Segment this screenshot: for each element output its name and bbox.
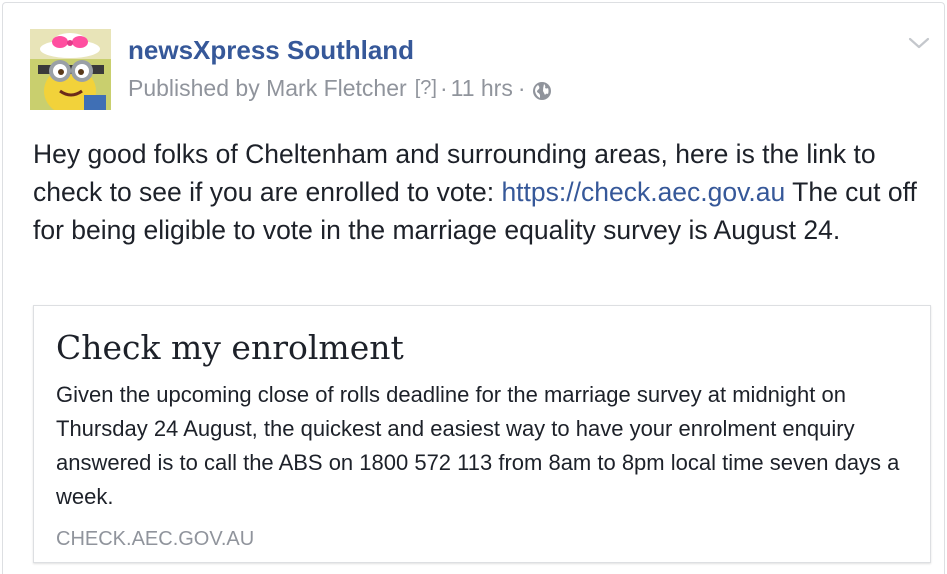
- meta-separator: ·: [439, 75, 448, 101]
- chevron-down-icon[interactable]: [906, 33, 932, 53]
- post-timestamp[interactable]: 11 hrs: [451, 75, 513, 102]
- meta-separator: ·: [517, 75, 526, 101]
- page-name-link[interactable]: newsXpress Southland: [128, 35, 414, 66]
- link-card-description: Given the upcoming close of rolls deadli…: [56, 382, 900, 509]
- help-marker[interactable]: [?]: [415, 77, 437, 100]
- link-preview-card[interactable]: Check my enrolment Given the upcoming cl…: [33, 305, 931, 563]
- post-body-text: Hey good folks of Cheltenham and surroun…: [33, 135, 938, 249]
- post-meta: Published by Mark Fletcher [?] · 11 hrs …: [128, 75, 552, 102]
- link-card-title[interactable]: Check my enrolment: [56, 328, 404, 367]
- post-card: newsXpress Southland Published by Mark F…: [2, 2, 945, 574]
- link-card-domain: CHECK.AEC.GOV.AU: [56, 528, 255, 550]
- globe-icon[interactable]: [532, 80, 552, 100]
- page-avatar[interactable]: [30, 29, 111, 110]
- minion-avatar-image: [30, 29, 111, 110]
- enrolment-check-link[interactable]: https://check.aec.gov.au: [501, 177, 785, 207]
- published-by-text[interactable]: Published by Mark Fletcher: [128, 75, 407, 102]
